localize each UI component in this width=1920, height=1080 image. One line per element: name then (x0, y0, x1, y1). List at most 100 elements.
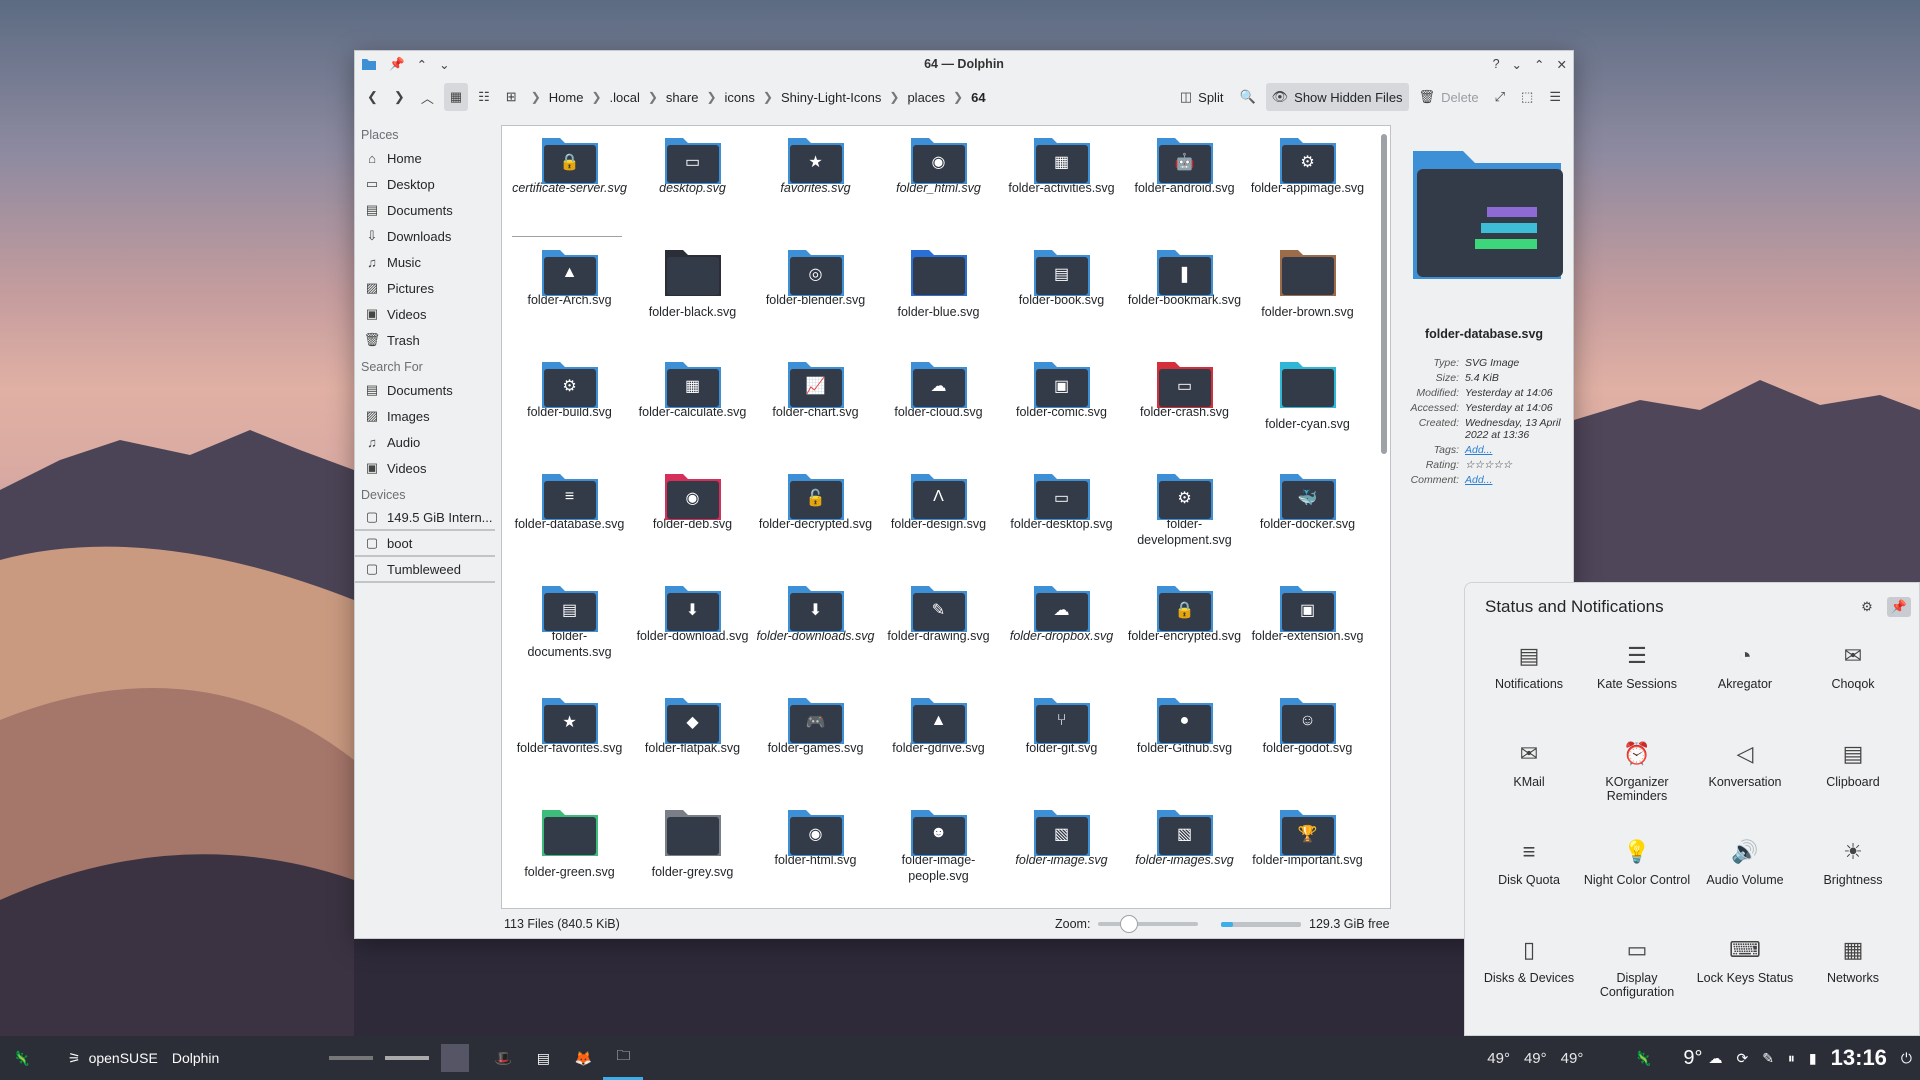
status-item[interactable]: 💡 Night Color Control (1583, 837, 1691, 935)
keep-above-icon[interactable]: ⌃ (417, 57, 427, 72)
file-item[interactable]: ▣ folder-comic.svg (1000, 356, 1123, 468)
file-item[interactable]: 🏆 folder-important.svg (1246, 804, 1369, 908)
sidebar-item[interactable]: ▭ Desktop (355, 171, 501, 197)
sidebar-item[interactable]: ▣ Videos (355, 301, 501, 327)
status-item[interactable]: ≡ Disk Quota (1475, 837, 1583, 935)
configure-icon[interactable]: ⚙ (1861, 597, 1873, 617)
file-item[interactable]: ≡ folder-database.svg (508, 468, 631, 580)
file-item[interactable]: ☻ folder-image-people.svg (877, 804, 1000, 908)
file-item[interactable]: ★ favorites.svg (754, 132, 877, 244)
application-launcher-icon[interactable]: 🦎 (0, 1050, 44, 1067)
file-item[interactable]: ◎ folder-blender.svg (754, 244, 877, 356)
status-item[interactable]: ☰ Kate Sessions (1583, 641, 1691, 739)
sidebar-item[interactable]: ⇩ Downloads (355, 223, 501, 249)
file-item[interactable]: folder-black.svg (631, 244, 754, 356)
weather-temp[interactable]: 9° (1683, 1047, 1702, 1070)
zoom-slider-handle[interactable] (1120, 915, 1139, 933)
file-item[interactable]: folder-cyan.svg (1246, 356, 1369, 468)
help-icon[interactable]: ? (1493, 57, 1500, 71)
cloud-icon[interactable]: ☁ (1708, 1050, 1722, 1067)
details-view-button[interactable]: ⊞ (500, 83, 523, 111)
notes-icon[interactable]: ✎ (1762, 1050, 1774, 1067)
status-item[interactable]: 🔊 Audio Volume (1691, 837, 1799, 935)
breadcrumb-item[interactable]: .local (610, 90, 640, 105)
info-value[interactable]: Add... (1465, 444, 1569, 456)
status-item[interactable]: ⌨ Lock Keys Status (1691, 935, 1799, 1033)
vertical-scrollbar[interactable] (1381, 134, 1387, 454)
file-item[interactable]: ▭ folder-desktop.svg (1000, 468, 1123, 580)
status-item[interactable]: ☀ Brightness (1799, 837, 1907, 935)
task-terminal-icon[interactable]: ▤ (523, 1050, 563, 1067)
file-item[interactable]: ▣ folder-extension.svg (1246, 580, 1369, 692)
sidebar-item[interactable]: ▨ Images (355, 403, 501, 429)
file-item[interactable]: ☺ folder-godot.svg (1246, 692, 1369, 804)
file-item[interactable]: ▦ folder-activities.svg (1000, 132, 1123, 244)
file-item[interactable]: ✎ folder-drawing.svg (877, 580, 1000, 692)
file-item[interactable]: ◆ folder-flatpak.svg (631, 692, 754, 804)
clipboard-icon[interactable]: ▮ (1809, 1050, 1817, 1067)
keep-below-icon[interactable]: ⌄ (439, 57, 449, 72)
status-item[interactable]: ▯ Disks & Devices (1475, 935, 1583, 1033)
task-manager-hat-icon[interactable]: 🎩 (483, 1050, 523, 1067)
file-item[interactable]: ❚ folder-bookmark.svg (1123, 244, 1246, 356)
status-item[interactable]: ✉ KMail (1475, 739, 1583, 837)
sidebar-item[interactable]: ▢ Tumbleweed (355, 557, 495, 583)
sidebar-item[interactable]: ⌂ Home (355, 145, 501, 171)
icons-view-button[interactable]: ▦ (443, 83, 469, 111)
file-item[interactable]: ⚙ folder-appimage.svg (1246, 132, 1369, 244)
file-item[interactable]: folder-brown.svg (1246, 244, 1369, 356)
pager[interactable] (329, 1044, 470, 1072)
pin-icon[interactable]: 📌 (389, 57, 405, 72)
sidebar-item[interactable]: 🗑 Trash (355, 327, 501, 353)
status-item[interactable]: ◔ Akregator (1691, 641, 1799, 739)
status-item[interactable]: ▤ Clipboard (1799, 739, 1907, 837)
file-item[interactable]: ▭ folder-crash.svg (1123, 356, 1246, 468)
file-item[interactable]: ▲ folder-gdrive.svg (877, 692, 1000, 804)
status-item[interactable]: ✉ Choqok (1799, 641, 1907, 739)
back-button[interactable]: ❮ (361, 83, 384, 111)
file-item[interactable]: ⬇ folder-download.svg (631, 580, 754, 692)
file-item[interactable]: folder-grey.svg (631, 804, 754, 908)
breadcrumb-item[interactable]: 64 (971, 90, 985, 105)
file-item[interactable]: ⚙ folder-development.svg (1123, 468, 1246, 580)
info-value[interactable]: Add... (1465, 474, 1569, 486)
sidebar-item[interactable]: ♫ Audio (355, 429, 501, 455)
close-icon[interactable]: ✕ (1557, 57, 1567, 72)
breadcrumb-item[interactable]: icons (725, 90, 755, 105)
maximize-icon[interactable]: ⌃ (1534, 57, 1544, 72)
clock[interactable]: 13:16 (1831, 1045, 1887, 1071)
sidebar-item[interactable]: ▢ 149.5 GiB Intern... (355, 505, 495, 531)
updates-icon[interactable]: ⟳ (1736, 1050, 1748, 1067)
minimize-icon[interactable]: ⌄ (1512, 57, 1522, 72)
search-button[interactable]: 🔍 (1233, 83, 1261, 111)
status-item[interactable]: ▤ Notifications (1475, 641, 1583, 739)
delete-button[interactable]: 🗑 Delete (1413, 83, 1485, 111)
file-item[interactable]: ⑂ folder-git.svg (1000, 692, 1123, 804)
select-button[interactable]: ⬚ (1515, 83, 1539, 111)
file-item[interactable]: 🔓 folder-decrypted.svg (754, 468, 877, 580)
sidebar-item[interactable]: ♫ Music (355, 249, 501, 275)
file-item[interactable]: ☁ folder-cloud.svg (877, 356, 1000, 468)
sidebar-item[interactable]: ▤ Documents (355, 377, 501, 403)
status-item[interactable]: ▭ Display Configuration (1583, 935, 1691, 1033)
file-item[interactable]: 🤖 folder-android.svg (1123, 132, 1246, 244)
menu-button[interactable]: ☰ (1543, 83, 1567, 111)
breadcrumb-item[interactable]: Shiny-Light-Icons (781, 90, 881, 105)
file-item[interactable]: 🎮 folder-games.svg (754, 692, 877, 804)
compact-view-button[interactable]: ☷ (472, 83, 496, 111)
file-item[interactable]: ▧ folder-images.svg (1123, 804, 1246, 908)
status-item[interactable]: ◁ Konversation (1691, 739, 1799, 837)
file-item[interactable]: ▧ folder-image.svg (1000, 804, 1123, 908)
power-icon[interactable]: ⏻ (1901, 1050, 1912, 1067)
opensuse-icon[interactable]: 🦎 (1623, 1050, 1663, 1067)
task-firefox-icon[interactable]: 🦊 (563, 1050, 603, 1067)
file-view[interactable]: 🔒 certificate-server.svg ▭ desktop.svg ★ favo… (501, 125, 1391, 909)
file-item[interactable]: ▭ desktop.svg (631, 132, 754, 244)
task-dolphin-icon[interactable]: 🗀 (603, 1036, 644, 1080)
sidebar-item[interactable]: ▢ boot (355, 531, 495, 557)
file-item[interactable]: ⬇ folder-downloads.svg (754, 580, 877, 692)
sidebar-item[interactable]: ▨ Pictures (355, 275, 501, 301)
zoom-slider[interactable] (1098, 915, 1199, 933)
file-item[interactable]: folder-blue.svg (877, 244, 1000, 356)
media-pause-icon[interactable]: ⏸ (1788, 1050, 1795, 1067)
